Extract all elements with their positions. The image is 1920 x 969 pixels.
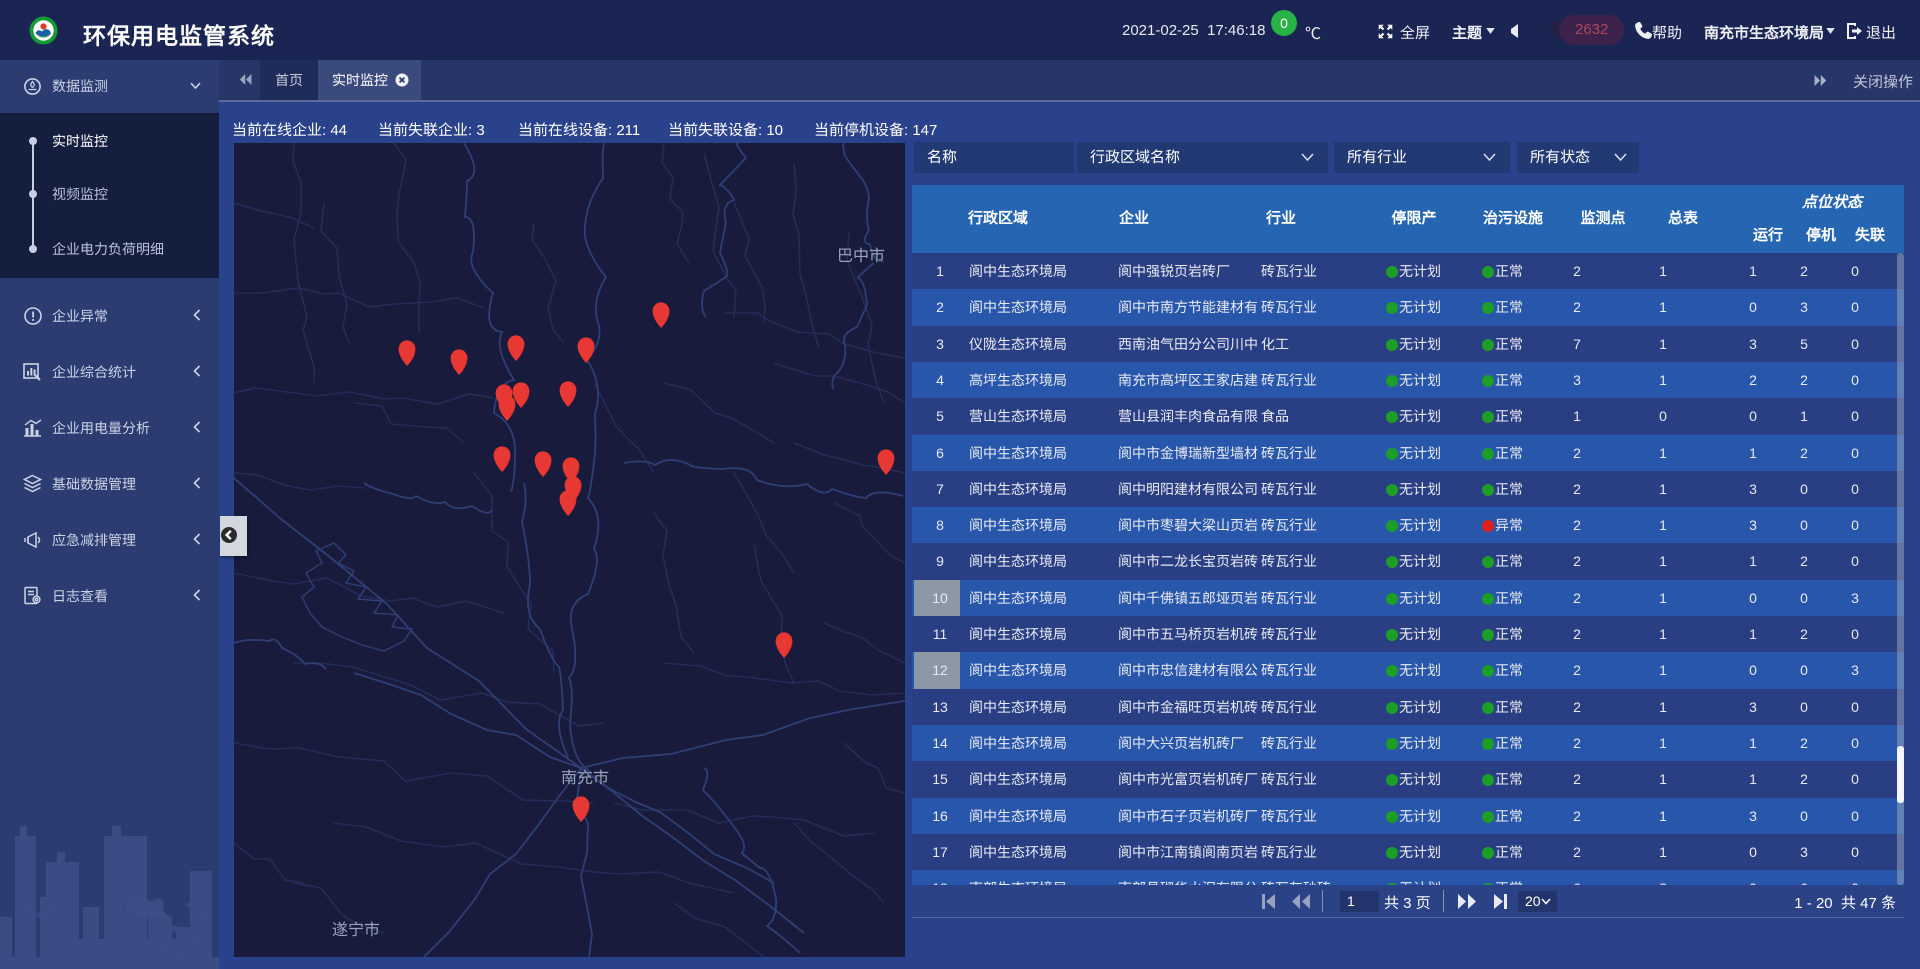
svg-text:南充市: 南充市 (561, 769, 609, 787)
svg-text:巴中市: 巴中市 (837, 247, 885, 265)
svg-text:遂宁市: 遂宁市 (332, 921, 380, 939)
